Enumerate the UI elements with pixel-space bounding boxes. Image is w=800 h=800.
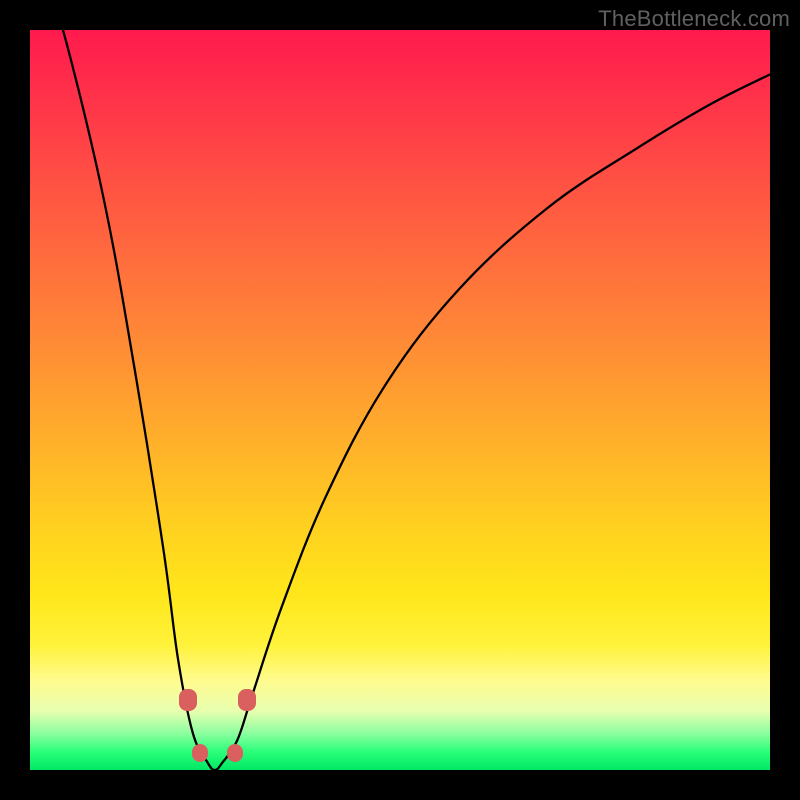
curve-marker xyxy=(238,689,256,711)
curve-marker xyxy=(227,744,243,762)
plot-area xyxy=(30,30,770,770)
chart-frame: TheBottleneck.com xyxy=(0,0,800,800)
curve-marker xyxy=(192,744,208,762)
watermark-text: TheBottleneck.com xyxy=(598,6,790,32)
curve-marker xyxy=(179,689,197,711)
bottleneck-curve xyxy=(30,30,770,770)
